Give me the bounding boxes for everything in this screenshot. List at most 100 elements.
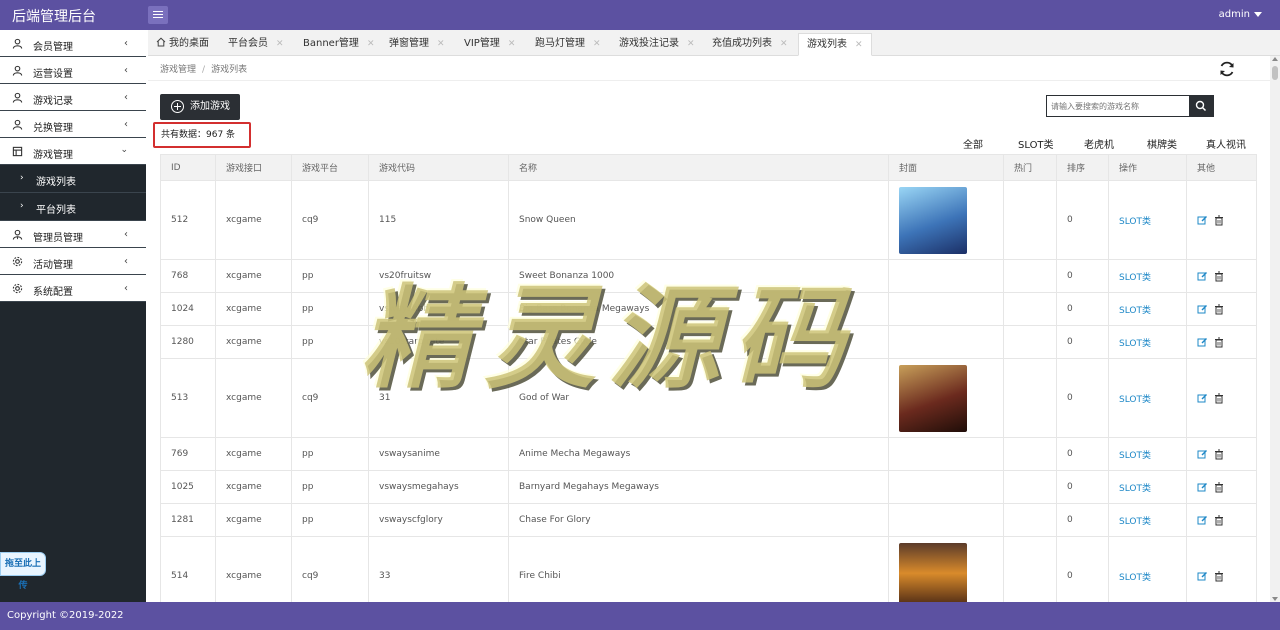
close-icon[interactable]: ✕ bbox=[780, 39, 788, 49]
filter-all[interactable]: 全部 bbox=[963, 136, 983, 151]
edit-icon[interactable] bbox=[1197, 337, 1208, 348]
tab-vip[interactable]: VIP管理 ✕ bbox=[456, 33, 523, 56]
breadcrumb-parent[interactable]: 游戏管理 bbox=[160, 65, 196, 75]
game-cover-image: Fire Chibi bbox=[899, 542, 967, 602]
scroll-down-arrow-icon[interactable] bbox=[1272, 597, 1278, 601]
actions-cell bbox=[1187, 438, 1257, 470]
game-type-link[interactable]: SLOT类 bbox=[1119, 514, 1151, 527]
cell-text: cq9 bbox=[302, 571, 319, 581]
search-box bbox=[1046, 95, 1214, 117]
delete-icon[interactable] bbox=[1214, 449, 1224, 460]
sidebar-item-activities[interactable]: 活动管理 ‹ bbox=[0, 248, 146, 275]
cell-text: xcgame bbox=[226, 271, 262, 281]
caret-down-icon[interactable] bbox=[1254, 12, 1262, 17]
table-row: 514 xcgame cq9 33 Fire Chibi Fire Chibi 0 SLOT类 bbox=[160, 537, 1257, 602]
delete-icon[interactable] bbox=[1214, 271, 1224, 282]
close-icon[interactable]: ✕ bbox=[593, 39, 601, 49]
tab-desktop[interactable]: 我的桌面 bbox=[148, 33, 217, 56]
cell-platform: pp bbox=[292, 471, 369, 503]
sidebar-item-members[interactable]: 会员管理 ‹ bbox=[0, 30, 146, 57]
game-type-link[interactable]: SLOT类 bbox=[1119, 336, 1151, 349]
tab-marquee[interactable]: 跑马灯管理 ✕ bbox=[527, 33, 609, 56]
user-menu[interactable]: admin bbox=[1219, 9, 1250, 20]
game-type-link[interactable]: SLOT类 bbox=[1119, 570, 1151, 583]
close-icon[interactable]: ✕ bbox=[367, 39, 375, 49]
close-icon[interactable]: ✕ bbox=[687, 39, 695, 49]
delete-icon[interactable] bbox=[1214, 571, 1224, 582]
game-type-link[interactable]: SLOT类 bbox=[1119, 214, 1151, 227]
delete-icon[interactable] bbox=[1214, 482, 1224, 493]
game-type-link[interactable]: SLOT类 bbox=[1119, 270, 1151, 283]
sidebar-item-game-records[interactable]: 游戏记录 ‹ bbox=[0, 84, 146, 111]
sidebar-item-operations[interactable]: 运营设置 ‹ bbox=[0, 57, 146, 84]
filter-live-casino[interactable]: 真人视讯 bbox=[1206, 136, 1246, 151]
cell-code: 31 bbox=[369, 359, 509, 437]
cell-text: vs10starpirate bbox=[379, 337, 445, 347]
menu-toggle-button[interactable] bbox=[148, 6, 168, 24]
search-button[interactable] bbox=[1189, 96, 1213, 116]
sidebar-item-label: 兑换管理 bbox=[33, 123, 73, 134]
game-type-link[interactable]: SLOT类 bbox=[1119, 481, 1151, 494]
tab-game-list[interactable]: 游戏列表 ✕ bbox=[798, 33, 872, 56]
sidebar-subitem-game-list[interactable]: › 游戏列表 bbox=[0, 165, 146, 193]
delete-icon[interactable] bbox=[1214, 393, 1224, 404]
sidebar-item-game-management[interactable]: 游戏管理 ⌄ bbox=[0, 138, 146, 165]
filter-slot-machine[interactable]: 老虎机 bbox=[1084, 136, 1114, 151]
close-icon[interactable]: ✕ bbox=[508, 39, 516, 49]
cell-api: xcgame bbox=[216, 438, 292, 470]
cell-text: Chase For Glory bbox=[519, 515, 591, 525]
cell-sort: 0 bbox=[1057, 537, 1109, 602]
game-type-link[interactable]: SLOT类 bbox=[1119, 303, 1151, 316]
chevron-right-icon: › bbox=[20, 173, 24, 183]
column-header: 热门 bbox=[1004, 155, 1057, 180]
search-input[interactable] bbox=[1047, 96, 1189, 116]
cell-hot bbox=[1004, 181, 1057, 259]
scroll-thumb[interactable] bbox=[1272, 66, 1278, 80]
filter-slot[interactable]: SLOT类 bbox=[1018, 136, 1054, 151]
delete-icon[interactable] bbox=[1214, 337, 1224, 348]
breadcrumb-separator: / bbox=[202, 65, 206, 75]
row-actions bbox=[1197, 449, 1224, 460]
tab-platform-members[interactable]: 平台会员 ✕ bbox=[220, 33, 292, 56]
operation-cell: SLOT类 bbox=[1109, 504, 1187, 536]
tab-banner[interactable]: Banner管理 ✕ bbox=[295, 33, 382, 56]
game-type-link[interactable]: SLOT类 bbox=[1119, 448, 1151, 461]
edit-icon[interactable] bbox=[1197, 482, 1208, 493]
delete-icon[interactable] bbox=[1214, 515, 1224, 526]
add-game-button[interactable]: 添加游戏 bbox=[160, 94, 240, 120]
tab-bet-records[interactable]: 游戏投注记录 ✕ bbox=[611, 33, 703, 56]
close-icon[interactable]: ✕ bbox=[855, 40, 863, 50]
sidebar-subitem-platform-list[interactable]: › 平台列表 bbox=[0, 193, 146, 221]
sidebar-item-exchange[interactable]: 兑换管理 ‹ bbox=[0, 111, 146, 138]
delete-icon[interactable] bbox=[1214, 215, 1224, 226]
sidebar-item-admins[interactable]: 管理员管理 ‹ bbox=[0, 221, 146, 248]
tab-popup[interactable]: 弹窗管理 ✕ bbox=[381, 33, 453, 56]
cell-text: pp bbox=[302, 515, 314, 525]
close-icon[interactable]: ✕ bbox=[276, 39, 284, 49]
edit-icon[interactable] bbox=[1197, 449, 1208, 460]
sidebar-item-label: 活动管理 bbox=[33, 260, 73, 271]
edit-icon[interactable] bbox=[1197, 304, 1208, 315]
gear-icon bbox=[12, 283, 23, 294]
close-icon[interactable]: ✕ bbox=[437, 39, 445, 49]
edit-icon[interactable] bbox=[1197, 393, 1208, 404]
scroll-up-arrow-icon[interactable] bbox=[1272, 57, 1278, 61]
row-actions bbox=[1197, 304, 1224, 315]
edit-icon[interactable] bbox=[1197, 571, 1208, 582]
tab-recharge-list[interactable]: 充值成功列表 ✕ bbox=[704, 33, 796, 56]
sidebar-item-system-config[interactable]: 系统配置 ‹ bbox=[0, 275, 146, 302]
refresh-icon[interactable] bbox=[1218, 60, 1236, 78]
upload-drop-button[interactable]: 拖至此上传 bbox=[0, 552, 46, 591]
edit-icon[interactable] bbox=[1197, 271, 1208, 282]
edit-icon[interactable] bbox=[1197, 515, 1208, 526]
edit-icon[interactable] bbox=[1197, 215, 1208, 226]
cell-text: Star Pirates Code bbox=[519, 337, 597, 347]
cell-sort: 0 bbox=[1057, 359, 1109, 437]
scrollbar[interactable] bbox=[1270, 56, 1280, 602]
user-icon bbox=[12, 92, 23, 103]
actions-cell bbox=[1187, 504, 1257, 536]
delete-icon[interactable] bbox=[1214, 304, 1224, 315]
game-type-link[interactable]: SLOT类 bbox=[1119, 392, 1151, 405]
cell-id: 513 bbox=[160, 359, 216, 437]
filter-card-games[interactable]: 棋牌类 bbox=[1147, 136, 1177, 151]
